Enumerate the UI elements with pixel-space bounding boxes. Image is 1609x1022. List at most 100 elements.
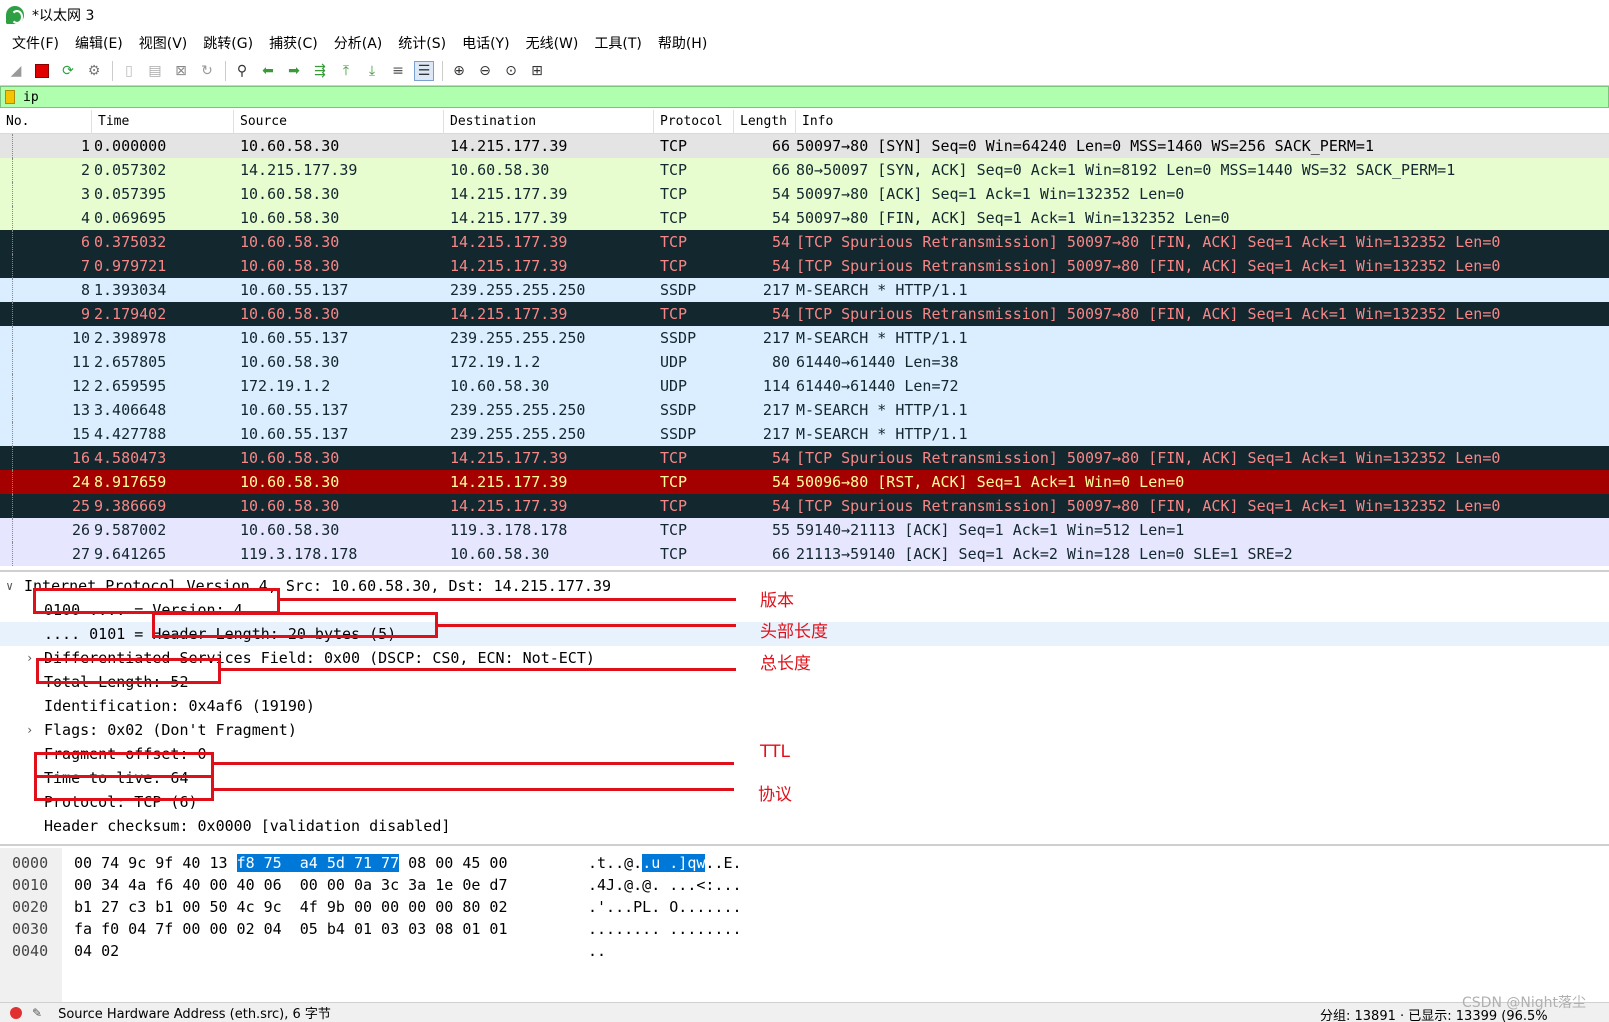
bytes-hex[interactable]: 00 34 4a f6 40 00 40 06 00 00 0a 3c 3a 1…: [74, 874, 507, 896]
conversation-bracket: [12, 446, 13, 470]
details-tree-item[interactable]: Protocol: TCP (6): [0, 790, 1609, 814]
display-filter-input[interactable]: [23, 89, 1523, 105]
bytes-hex[interactable]: fa f0 04 7f 00 00 02 04 05 b4 01 03 03 0…: [74, 918, 507, 940]
packet-length: 217: [762, 329, 790, 347]
reload-icon[interactable]: ↻: [197, 61, 217, 81]
packet-source: 10.60.58.30: [240, 521, 340, 539]
details-tree-item[interactable]: Time to live: 64: [0, 766, 1609, 790]
annotation-label-ttl: TTL: [760, 742, 790, 762]
packet-no: 27: [71, 545, 90, 563]
packet-row[interactable]: 9 2.179402 10.60.58.30 14.215.177.39 TCP 54 [T…: [0, 302, 1609, 326]
packet-protocol: TCP: [660, 545, 688, 563]
packet-time: 2.659595: [94, 377, 167, 395]
packet-info: [TCP Spurious Retransmission] 50097→80 […: [796, 305, 1501, 323]
packet-row[interactable]: 12 2.659595 172.19.1.2 10.60.58.30 UDP 114 614…: [0, 374, 1609, 398]
first-packet-icon[interactable]: ⤒: [336, 61, 356, 81]
packet-row[interactable]: 24 8.917659 10.60.58.30 14.215.177.39 TCP 54 5…: [0, 470, 1609, 494]
expand-down-icon[interactable]: ∨: [6, 574, 13, 598]
zoom-in-icon[interactable]: ⊕: [449, 61, 469, 81]
expand-right-icon[interactable]: ›: [26, 646, 33, 670]
menu-capture[interactable]: 捕获(C): [261, 33, 326, 53]
packet-row[interactable]: 2 0.057302 14.215.177.39 10.60.58.30 TCP 66 80…: [0, 158, 1609, 182]
last-packet-icon[interactable]: ⤓: [362, 61, 382, 81]
annotation-line-header-length: [438, 624, 736, 627]
packet-info: [TCP Spurious Retransmission] 50097→80 […: [796, 449, 1501, 467]
details-tree-item[interactable]: › Flags: 0x02 (Don't Fragment): [0, 718, 1609, 742]
packet-destination: 10.60.58.30: [450, 161, 550, 179]
colorize-icon[interactable]: ☰: [414, 60, 434, 81]
menu-file[interactable]: 文件(F): [4, 33, 67, 53]
close-file-icon[interactable]: ⊠: [171, 61, 191, 81]
bytes-hex[interactable]: 00 74 9c 9f 40 13 f8 75 a4 5d 71 77 08 0…: [74, 852, 508, 874]
packet-destination: 14.215.177.39: [450, 233, 568, 251]
column-header-destination[interactable]: Destination: [444, 110, 654, 134]
resize-columns-icon[interactable]: ⊞: [527, 61, 547, 81]
annotation-line-total-length: [221, 668, 736, 671]
open-file-icon[interactable]: ▯: [119, 61, 139, 81]
packet-info: 59140→21113 [ACK] Seq=1 Ack=1 Win=512 Le…: [796, 521, 1185, 539]
zoom-out-icon[interactable]: ⊖: [475, 61, 495, 81]
column-header-time[interactable]: Time: [92, 110, 234, 134]
packet-row[interactable]: 11 2.657805 10.60.58.30 172.19.1.2 UDP 80 6144…: [0, 350, 1609, 374]
autoscroll-icon[interactable]: ≡: [388, 61, 408, 81]
stop-icon[interactable]: [32, 61, 52, 81]
packet-row[interactable]: 26 9.587002 10.60.58.30 119.3.178.178 TCP 55 5…: [0, 518, 1609, 542]
bytes-ascii[interactable]: .4J.@.@. ...<:...: [588, 874, 742, 896]
bytes-ascii[interactable]: ..: [588, 940, 606, 962]
menu-analyze[interactable]: 分析(A): [326, 33, 391, 53]
bytes-ascii[interactable]: .'...PL. O.......: [588, 896, 742, 918]
column-header-protocol[interactable]: Protocol: [654, 110, 734, 134]
bytes-ascii[interactable]: ........ ........: [588, 918, 742, 940]
packet-row[interactable]: 1 0.000000 10.60.58.30 14.215.177.39 TCP 66 50…: [0, 134, 1609, 158]
menu-view[interactable]: 视图(V): [131, 33, 196, 53]
packet-no: 9: [80, 305, 90, 323]
menu-telephony[interactable]: 电话(Y): [454, 33, 517, 53]
column-header-no[interactable]: No.: [0, 110, 92, 134]
packet-destination: 10.60.58.30: [450, 377, 550, 395]
edit-comment-icon[interactable]: ✎: [32, 1006, 42, 1020]
go-back-icon[interactable]: ⬅: [258, 61, 278, 81]
shark-fin-icon[interactable]: ◢: [6, 61, 26, 81]
details-tree-item[interactable]: Identification: 0x4af6 (19190): [0, 694, 1609, 718]
column-header-info[interactable]: Info: [796, 110, 1609, 134]
packet-row[interactable]: 13 3.406648 10.60.55.137 239.255.255.250 SSD…: [0, 398, 1609, 422]
packet-row[interactable]: 8 1.393034 10.60.55.137 239.255.255.250 SSDP…: [0, 278, 1609, 302]
expand-right-icon[interactable]: ›: [26, 718, 33, 742]
bookmark-icon[interactable]: [5, 90, 15, 104]
bytes-hex[interactable]: 04 02: [74, 940, 119, 962]
packet-row[interactable]: 7 0.979721 10.60.58.30 14.215.177.39 TCP 54 [T…: [0, 254, 1609, 278]
save-file-icon[interactable]: ▤: [145, 61, 165, 81]
options-gear-icon[interactable]: ⚙: [84, 61, 104, 81]
packet-row[interactable]: 6 0.375032 10.60.58.30 14.215.177.39 TCP 54 [T…: [0, 230, 1609, 254]
packet-row[interactable]: 10 2.398978 10.60.55.137 239.255.255.250 SSD…: [0, 326, 1609, 350]
menu-go[interactable]: 跳转(G): [195, 33, 261, 53]
normal-size-icon[interactable]: ⊙: [501, 61, 521, 81]
expert-info-icon[interactable]: [10, 1006, 22, 1019]
packet-row[interactable]: 27 9.641265 119.3.178.178 10.60.58.30 TCP 66 2…: [0, 542, 1609, 566]
find-icon[interactable]: ⚲: [232, 61, 252, 81]
packet-source: 10.60.58.30: [240, 353, 340, 371]
packet-row[interactable]: 4 0.069695 10.60.58.30 14.215.177.39 TCP 54 50…: [0, 206, 1609, 230]
bytes-ascii[interactable]: .t..@..u .]qw..E.: [588, 852, 742, 874]
packet-no: 8: [80, 281, 90, 299]
packet-source: 10.60.55.137: [240, 329, 349, 347]
packet-row[interactable]: 16 4.580473 10.60.58.30 14.215.177.39 TCP 54 […: [0, 446, 1609, 470]
packet-info: 50097→80 [SYN] Seq=0 Win=64240 Len=0 MSS…: [796, 137, 1374, 155]
menu-help[interactable]: 帮助(H): [650, 33, 715, 53]
go-forward-icon[interactable]: ➡: [284, 61, 304, 81]
details-tree-item[interactable]: Header checksum: 0x0000 [validation disa…: [0, 814, 1609, 838]
menu-edit[interactable]: 编辑(E): [67, 33, 131, 53]
menu-wireless[interactable]: 无线(W): [518, 33, 587, 53]
menu-statistics[interactable]: 统计(S): [390, 33, 454, 53]
status-field-description: Source Hardware Address (eth.src), 6 字节: [58, 1007, 331, 1022]
packet-row[interactable]: 15 4.427788 10.60.55.137 239.255.255.250 SSD…: [0, 422, 1609, 446]
packet-row[interactable]: 3 0.057395 10.60.58.30 14.215.177.39 TCP 54 50…: [0, 182, 1609, 206]
column-header-source[interactable]: Source: [234, 110, 444, 134]
restart-icon[interactable]: ⟳: [58, 61, 78, 81]
packet-row[interactable]: 25 9.386669 10.60.58.30 14.215.177.39 TCP 54 […: [0, 494, 1609, 518]
column-header-length[interactable]: Length: [734, 110, 796, 134]
menu-tools[interactable]: 工具(T): [586, 33, 649, 53]
go-to-packet-icon[interactable]: ⇶: [310, 61, 330, 81]
packet-info: M-SEARCH * HTTP/1.1: [796, 401, 968, 419]
bytes-hex[interactable]: b1 27 c3 b1 00 50 4c 9c 4f 9b 00 00 00 0…: [74, 896, 507, 918]
